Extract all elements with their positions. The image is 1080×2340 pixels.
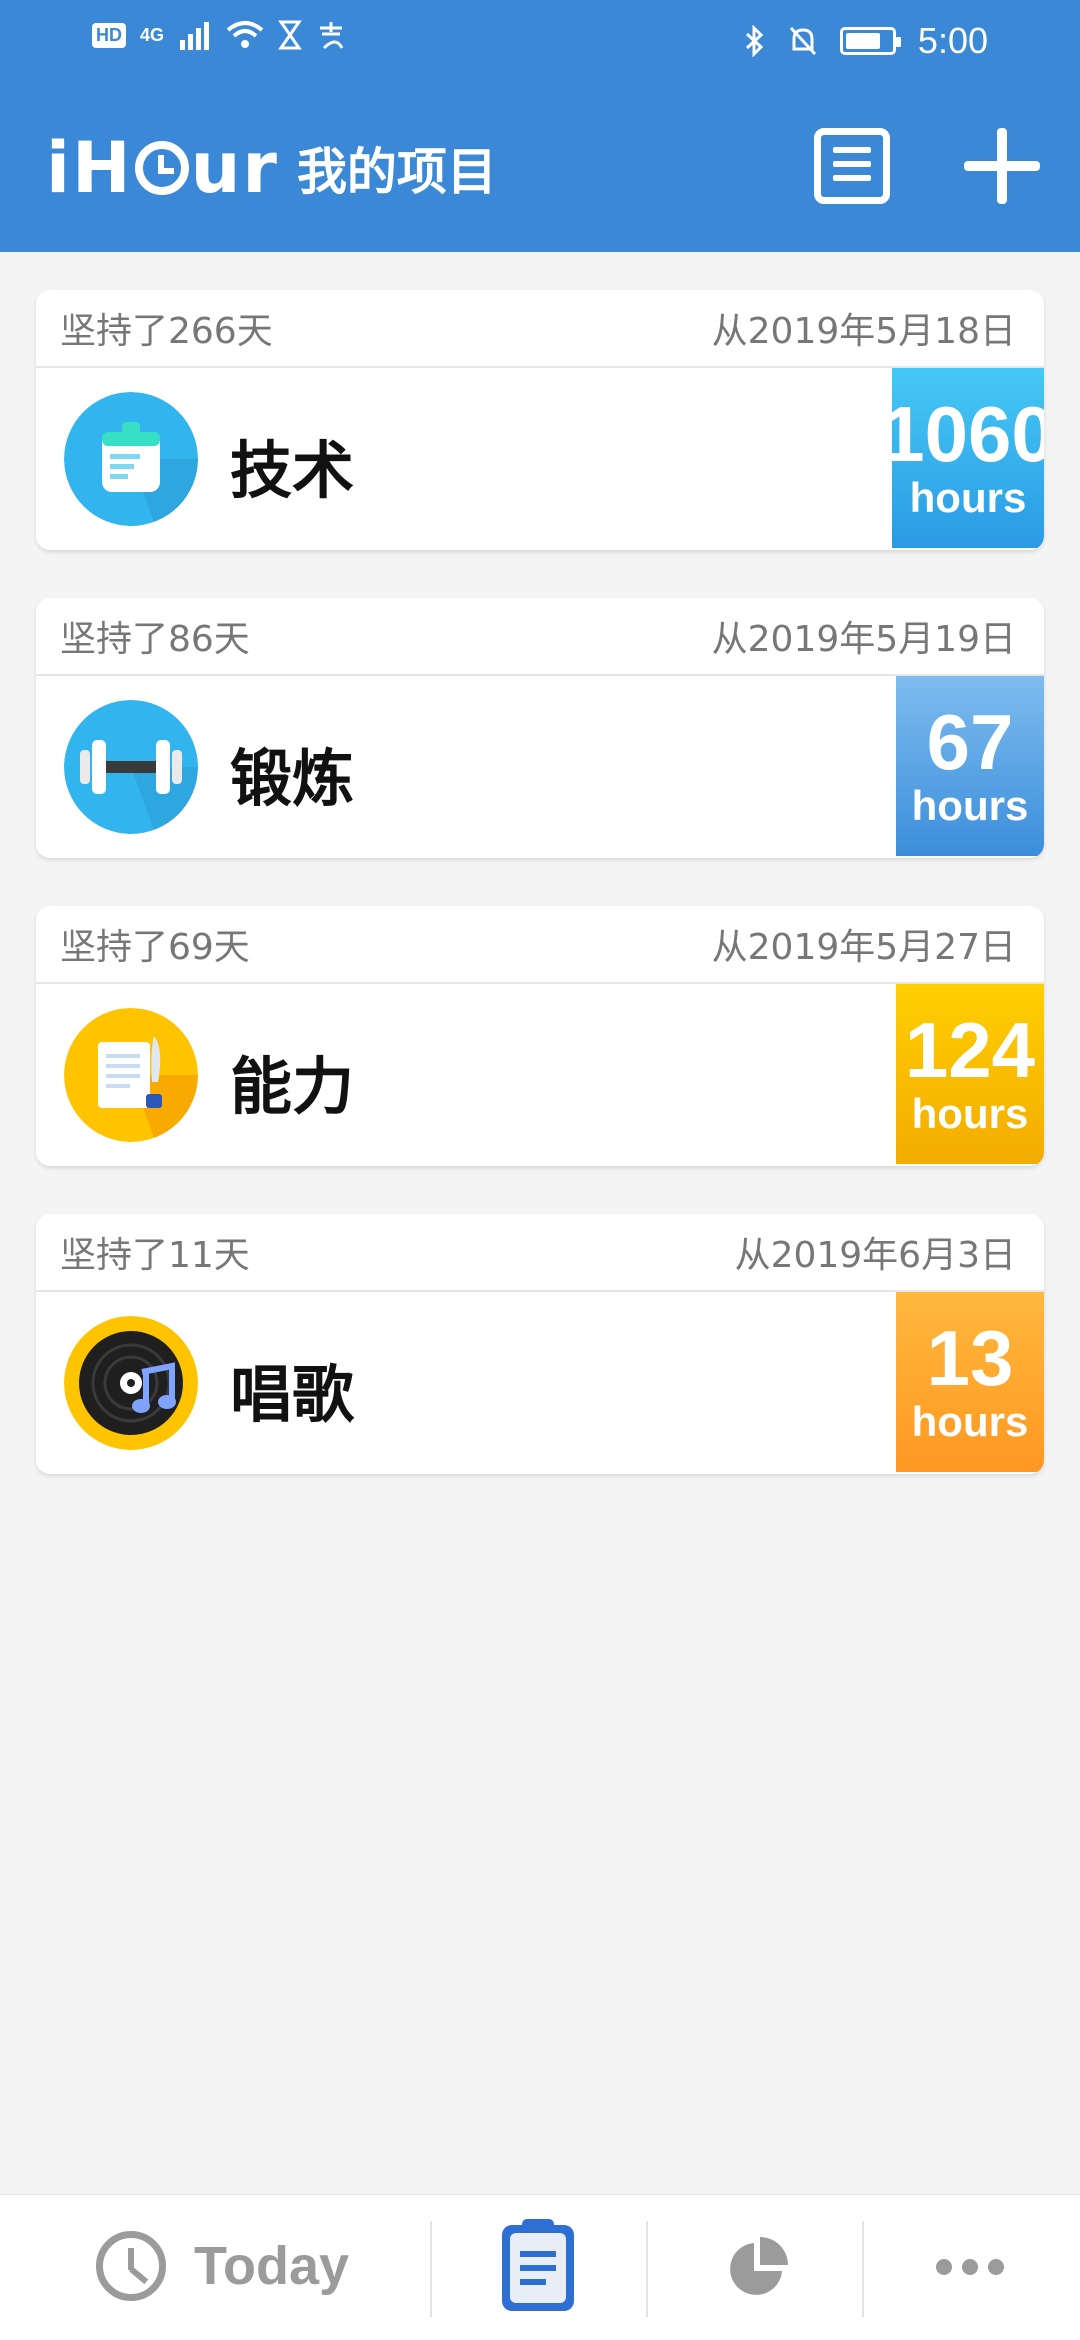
logo-text-end: ur bbox=[190, 127, 279, 209]
hours-unit: hours bbox=[909, 474, 1027, 521]
nav-divider bbox=[862, 2221, 864, 2317]
card-body: 唱歌 13 hours bbox=[36, 1292, 1044, 1472]
wifi-icon bbox=[226, 21, 264, 48]
hours-badge: 1060 hours bbox=[881, 368, 1044, 548]
hours-unit: hours bbox=[911, 1090, 1029, 1137]
planner-icon bbox=[64, 392, 198, 526]
project-name: 唱歌 bbox=[230, 1358, 355, 1431]
signal-icon bbox=[180, 22, 210, 50]
title-row: iH ur 我的项目 bbox=[46, 118, 497, 218]
card-header: 坚持了86天 从2019年5月19日 bbox=[36, 598, 1044, 676]
hours-value: 1060 bbox=[881, 390, 1044, 478]
list-line bbox=[833, 161, 871, 167]
pie-chart-icon[interactable] bbox=[726, 2235, 790, 2299]
page-title: 我的项目 bbox=[296, 143, 497, 201]
nav-divider bbox=[646, 2221, 648, 2317]
status-bar: HD 4G 5:00 bbox=[0, 0, 1080, 84]
more-icon[interactable] bbox=[936, 2259, 1004, 2275]
nav-divider bbox=[430, 2221, 432, 2317]
hd-badge: HD bbox=[92, 22, 126, 48]
app-bar: HD 4G 5:00 iH ur 我的项目 bbox=[0, 0, 1080, 252]
logo-text-start: iH bbox=[46, 127, 133, 209]
project-card-1[interactable]: 坚持了86天 从2019年5月19日 锻炼 67 hours bbox=[36, 598, 1044, 858]
card-header: 坚持了69天 从2019年5月27日 bbox=[36, 906, 1044, 984]
project-name: 能力 bbox=[230, 1050, 355, 1123]
list-line bbox=[833, 175, 871, 181]
start-date: 从2019年6月3日 bbox=[734, 1235, 1016, 1276]
card-body: 技术 1060 hours bbox=[36, 368, 1044, 548]
dumbbell-icon bbox=[64, 700, 198, 834]
payment-icon bbox=[320, 22, 344, 50]
card-body: 锻炼 67 hours bbox=[36, 676, 1044, 856]
clock-icon bbox=[96, 2231, 166, 2301]
hours-badge: 13 hours bbox=[896, 1292, 1044, 1472]
more-dot bbox=[936, 2259, 952, 2275]
hours-unit: hours bbox=[911, 1398, 1029, 1445]
status-left: HD 4G bbox=[92, 20, 346, 50]
hours-value: 13 bbox=[926, 1314, 1014, 1402]
document-quill-icon bbox=[64, 1008, 198, 1142]
clipboard-icon[interactable] bbox=[500, 2217, 576, 2313]
hours-unit: hours bbox=[911, 782, 1029, 829]
status-right: 5:00 bbox=[744, 20, 988, 62]
battery-icon bbox=[839, 27, 901, 55]
project-name: 技术 bbox=[230, 434, 355, 507]
persist-days: 坚持了86天 bbox=[60, 619, 250, 660]
list-view-button[interactable] bbox=[814, 128, 890, 204]
hourglass-icon bbox=[278, 20, 302, 50]
bluetooth-icon bbox=[745, 25, 764, 57]
more-dot bbox=[962, 2259, 978, 2275]
persist-days: 坚持了11天 bbox=[60, 1235, 250, 1276]
hours-value: 67 bbox=[926, 698, 1014, 786]
persist-days: 坚持了266天 bbox=[60, 311, 273, 352]
hours-badge: 67 hours bbox=[896, 676, 1044, 856]
music-record-icon bbox=[64, 1316, 198, 1450]
network-label: 4G bbox=[140, 24, 165, 45]
hours-value: 124 bbox=[904, 1006, 1036, 1094]
status-time: 5:00 bbox=[917, 20, 988, 61]
start-date: 从2019年5月19日 bbox=[711, 619, 1016, 660]
bottom-nav: Today bbox=[0, 2194, 1080, 2340]
logo-clock-icon bbox=[134, 141, 189, 195]
today-label: Today bbox=[194, 2236, 350, 2296]
more-dot bbox=[988, 2259, 1004, 2275]
project-card-0[interactable]: 坚持了266天 从2019年5月18日 技术 1060 hours bbox=[36, 290, 1044, 550]
list-line bbox=[833, 147, 871, 153]
persist-days: 坚持了69天 bbox=[60, 927, 250, 968]
project-card-3[interactable]: 坚持了11天 从2019年6月3日 唱歌 13 hours bbox=[36, 1214, 1044, 1474]
mute-bell-icon bbox=[789, 26, 817, 56]
card-header: 坚持了266天 从2019年5月18日 bbox=[36, 290, 1044, 368]
project-name: 锻炼 bbox=[230, 742, 355, 815]
add-project-button[interactable] bbox=[964, 128, 1040, 204]
app-logo: iH ur bbox=[46, 127, 279, 209]
start-date: 从2019年5月27日 bbox=[711, 927, 1016, 968]
hours-badge: 124 hours bbox=[896, 984, 1044, 1164]
card-body: 能力 124 hours bbox=[36, 984, 1044, 1164]
project-card-2[interactable]: 坚持了69天 从2019年5月27日 能力 124 hours bbox=[36, 906, 1044, 1166]
start-date: 从2019年5月18日 bbox=[711, 311, 1016, 352]
card-header: 坚持了11天 从2019年6月3日 bbox=[36, 1214, 1044, 1292]
nav-today-tab[interactable]: Today bbox=[96, 2231, 349, 2301]
